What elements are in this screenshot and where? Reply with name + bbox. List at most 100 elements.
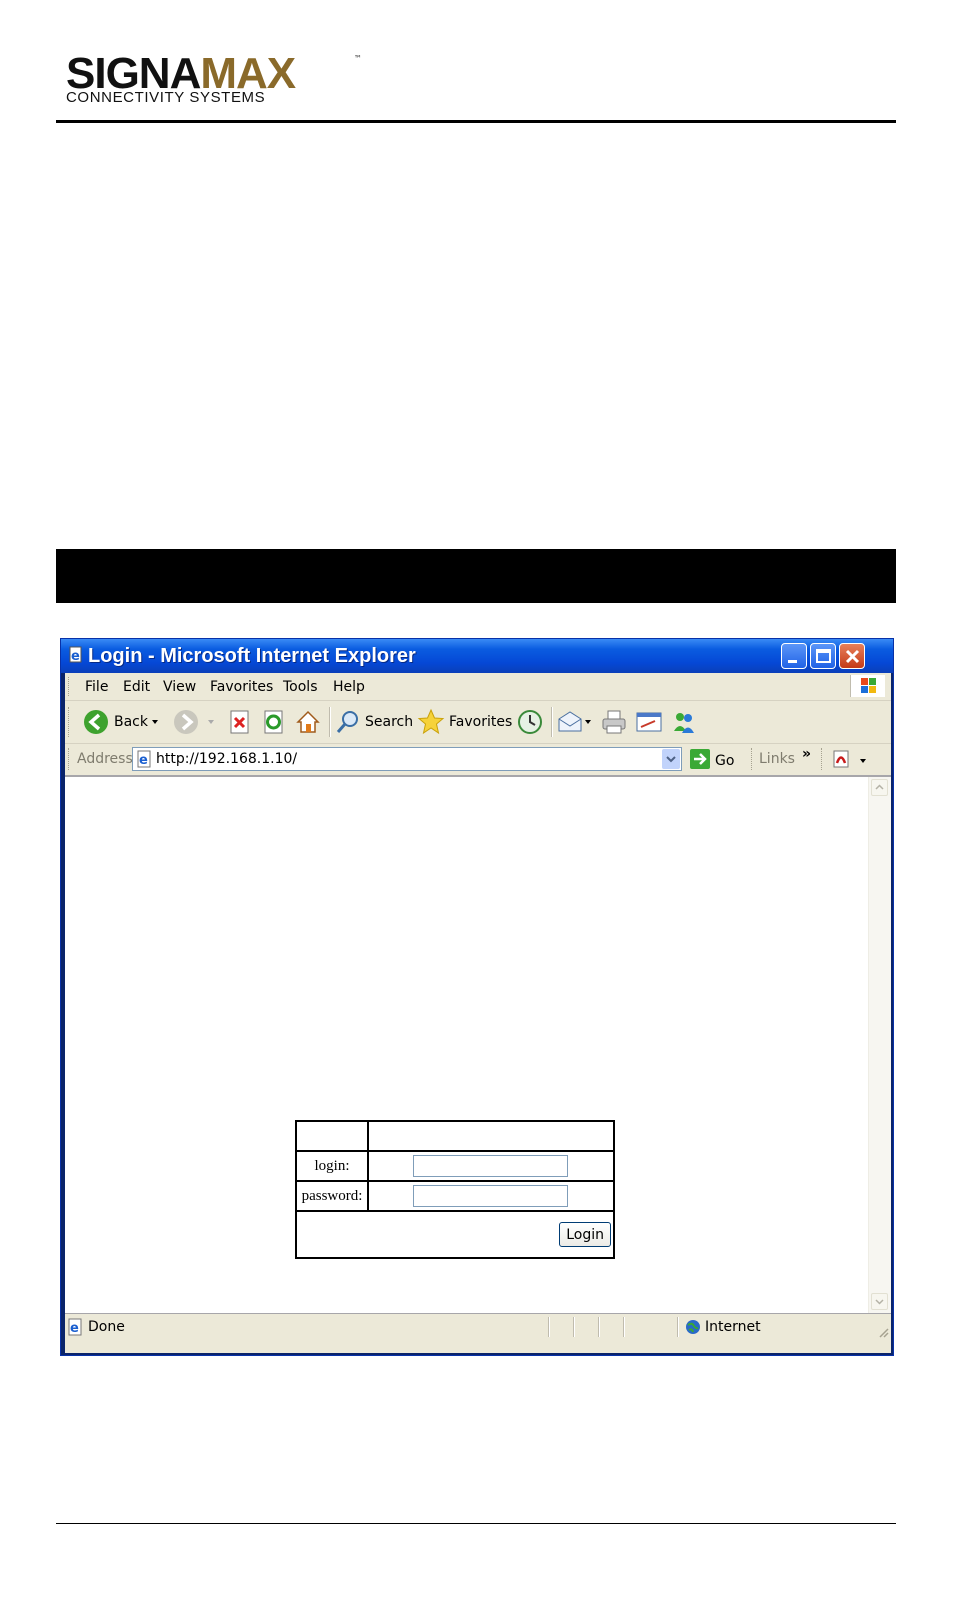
go-button[interactable]: Go: [688, 747, 738, 771]
stop-icon: [230, 710, 249, 734]
status-divider: [623, 1317, 625, 1337]
links-button[interactable]: Links: [759, 751, 795, 767]
edit-page-icon: [636, 712, 662, 732]
svg-text:e: e: [70, 1321, 79, 1336]
back-dropdown-icon[interactable]: [151, 718, 159, 726]
messenger-people-icon: [674, 713, 694, 733]
form-header-cell-2: [367, 1120, 615, 1152]
history-button[interactable]: [515, 701, 547, 743]
status-divider: [598, 1317, 600, 1337]
scroll-down-button[interactable]: [871, 1293, 888, 1310]
browser-frame: File Edit View Favorites Tools Help Back: [65, 673, 891, 1353]
ie-page-icon: e: [69, 646, 82, 664]
refresh-button[interactable]: [259, 701, 289, 743]
resize-grip-icon[interactable]: [877, 1326, 889, 1338]
minimize-button[interactable]: [781, 643, 807, 669]
links-more-chevron[interactable]: »: [802, 746, 811, 762]
footer-rule: [56, 1523, 896, 1524]
standard-toolbar: Back Search Favorites: [65, 701, 891, 744]
acrobat-dropdown-icon[interactable]: [859, 757, 867, 765]
favorites-button[interactable]: Favorites: [417, 701, 513, 743]
menu-favorites[interactable]: Favorites: [210, 679, 273, 695]
status-text: Done: [88, 1319, 125, 1335]
mail-icon: [558, 711, 582, 732]
toolbar-separator-2: [551, 707, 553, 737]
messenger-button[interactable]: [669, 701, 701, 743]
stop-button[interactable]: [225, 701, 255, 743]
back-button[interactable]: Back: [81, 701, 163, 743]
chevron-down-icon: [666, 756, 676, 763]
close-button[interactable]: [839, 643, 865, 669]
print-button[interactable]: [599, 701, 629, 743]
status-divider: [548, 1317, 550, 1337]
svg-text:e: e: [71, 649, 80, 664]
close-icon: [845, 649, 860, 664]
globe-icon: [686, 1320, 700, 1334]
status-divider: [573, 1317, 575, 1337]
search-button[interactable]: Search: [335, 701, 415, 743]
history-icon: [518, 710, 542, 734]
maximize-button[interactable]: [810, 643, 836, 669]
address-dropdown-button[interactable]: [662, 749, 680, 769]
search-label: Search: [365, 714, 414, 730]
login-form-table: login: password: Login: [295, 1120, 615, 1259]
toolbar-separator: [329, 707, 331, 737]
header-rule: [56, 120, 896, 123]
address-input[interactable]: e http://192.168.1.10/: [132, 747, 682, 771]
back-arrow-icon: [84, 710, 108, 734]
forward-arrow-icon: [174, 710, 198, 734]
password-input[interactable]: [413, 1185, 568, 1207]
links-grip[interactable]: [751, 748, 755, 770]
window-title: Login - Microsoft Internet Explorer: [88, 645, 416, 667]
browser-window: e Login - Microsoft Internet Explorer Fi…: [60, 638, 894, 1356]
menu-view[interactable]: View: [163, 679, 196, 695]
forward-dropdown-icon[interactable]: [207, 718, 215, 726]
mail-button[interactable]: [557, 701, 595, 743]
minimize-icon: [788, 660, 797, 663]
page-content: login: password: Login: [65, 775, 891, 1313]
printer-icon: [602, 710, 626, 734]
go-label: Go: [715, 753, 735, 769]
addressbar-grip[interactable]: [68, 748, 72, 770]
section-banner: [56, 549, 896, 603]
status-divider: [677, 1317, 679, 1337]
status-bar: e Done Internet: [65, 1313, 891, 1340]
title-bar[interactable]: e Login - Microsoft Internet Explorer: [61, 639, 893, 673]
favorites-star-icon: [417, 708, 445, 735]
go-arrow-icon: [690, 749, 710, 769]
mail-dropdown-icon[interactable]: [584, 718, 592, 726]
extra-grip[interactable]: [821, 748, 825, 770]
menubar-grip[interactable]: [68, 677, 72, 696]
address-url: http://192.168.1.10/: [156, 751, 298, 767]
svg-text:e: e: [139, 753, 148, 768]
menu-help[interactable]: Help: [333, 679, 365, 695]
windows-flag-icon: [861, 678, 876, 693]
windows-logo: [850, 675, 885, 697]
menu-file[interactable]: File: [85, 679, 108, 695]
ie-page-icon: e: [68, 1318, 82, 1336]
login-input[interactable]: [413, 1155, 568, 1177]
ie-page-icon: e: [137, 750, 151, 768]
toolbar-grip[interactable]: [68, 707, 72, 737]
logo-tagline: CONNECTIVITY SYSTEMS: [66, 89, 266, 106]
acrobat-icon: [833, 750, 849, 768]
login-label: login:: [295, 1150, 369, 1182]
vertical-scrollbar[interactable]: [868, 777, 891, 1313]
forward-button[interactable]: [171, 701, 217, 743]
menu-tools[interactable]: Tools: [283, 679, 318, 695]
logo-trademark: ™: [354, 54, 362, 63]
scroll-up-button[interactable]: [871, 779, 888, 796]
acrobat-button[interactable]: [831, 748, 871, 770]
refresh-icon: [264, 710, 283, 734]
password-label: password:: [295, 1180, 369, 1212]
favorites-label: Favorites: [449, 714, 513, 730]
home-icon: [296, 710, 320, 733]
form-header-cell: [295, 1120, 369, 1152]
login-submit-button[interactable]: Login: [559, 1222, 611, 1247]
back-label: Back: [114, 714, 148, 730]
home-button[interactable]: [293, 701, 325, 743]
edit-button[interactable]: [633, 701, 665, 743]
menu-edit[interactable]: Edit: [123, 679, 150, 695]
chevron-up-icon: [875, 784, 884, 790]
maximize-icon: [816, 649, 831, 663]
